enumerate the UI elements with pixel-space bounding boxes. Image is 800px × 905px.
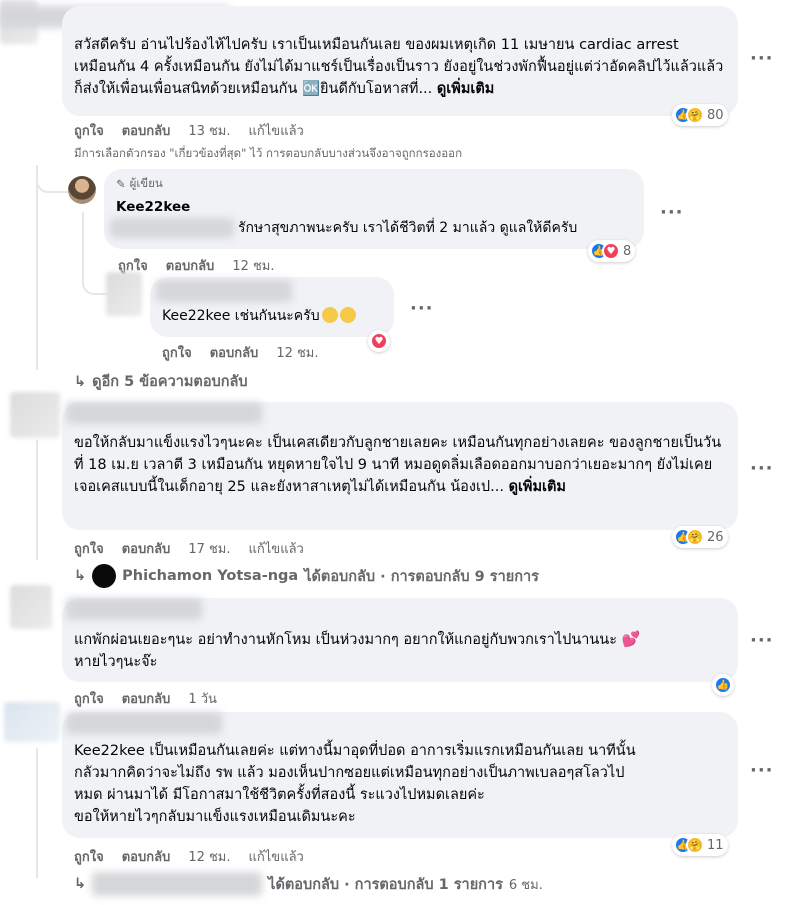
clap-emoji-icon (321, 307, 338, 323)
thread-line (36, 440, 38, 560)
more-options-icon[interactable]: ··· (660, 202, 684, 223)
reaction-count: 26 (707, 529, 724, 545)
reply-button[interactable]: ตอบกลับ (122, 688, 171, 709)
reaction-summary[interactable]: ♥ (368, 330, 390, 352)
comment-text-line: หายไวๆนะจ๊ะ (74, 654, 158, 670)
thread-line (36, 748, 38, 878)
care-reaction-icon: 🤗 (686, 528, 704, 546)
reply-button[interactable]: ตอบกลับ (166, 255, 215, 276)
reaction-summary[interactable]: 👍 (712, 674, 734, 696)
filter-note: มีการเลือกตัวกรอง "เกี่ยวข้องที่สุด" ไว้… (74, 146, 463, 160)
reaction-summary[interactable]: 👍 ♥ 8 (588, 240, 636, 262)
clap-emoji-icon (339, 307, 356, 323)
comment-text-line: กลัวมากคิดว่าจะไม่ถึง รพ แล้ว มองเห็นปาก… (74, 765, 625, 781)
replier-avatar[interactable] (106, 272, 142, 316)
comment-text-line: แกพักผ่อนเยอะๆนะ อย่าทำงานหักโหม เป็นห่ว… (74, 630, 641, 648)
like-reaction-icon: 👍 (714, 676, 732, 694)
thread-connector (82, 255, 108, 295)
like-button[interactable]: ถูกใจ (162, 342, 192, 363)
thread-connector (36, 165, 68, 193)
edited-label[interactable]: แก้ไขแล้ว (249, 846, 304, 867)
comment-text-line: หมด ผ่านมาได้ มีโอกาสมาใช้ชีวิตครั้งที่ส… (74, 787, 485, 803)
pencil-icon: ✎ (116, 177, 126, 191)
comment-bubble: สวัสดีครับ อ่านไปร้องไห้ไปครับ เราเป็นเห… (62, 6, 738, 116)
reaction-summary[interactable]: 👍 🤗 80 (672, 104, 728, 126)
see-more-link[interactable]: ดูเพิ่มเติม (509, 479, 566, 495)
timestamp[interactable]: 12 ชม. (232, 255, 274, 276)
care-reaction-icon: 🤗 (686, 106, 704, 124)
replier-name-redacted (92, 872, 263, 896)
timestamp[interactable]: 1 วัน (188, 688, 217, 709)
reply-button[interactable]: ตอบกลับ (122, 120, 171, 141)
comment-actions: ถูกใจ ตอบกลับ 17 ชม. แก้ไขแล้ว (74, 538, 304, 559)
reply-arrow-icon: ↳ (74, 876, 87, 892)
reply-actions: ถูกใจ ตอบกลับ 12 ชม. (162, 342, 319, 363)
author-badge: ✎ ผู้เขียน (116, 176, 163, 191)
replier-name-redacted (156, 280, 292, 302)
reply-button[interactable]: ตอบกลับ (210, 342, 259, 363)
reaction-count: 11 (707, 837, 724, 853)
edited-label[interactable]: แก้ไขแล้ว (249, 120, 304, 141)
comment-text-line: Kee22kee เป็นเหมือนกันเลยค่ะ แต่ทางนี้มา… (74, 743, 636, 759)
commenter-name-redacted (66, 712, 222, 734)
reaction-summary[interactable]: 👍 🤗 11 (672, 834, 728, 856)
timestamp[interactable]: 12 ชม. (188, 846, 230, 867)
more-options-icon[interactable]: ··· (750, 458, 774, 479)
love-reaction-icon: ♥ (602, 242, 620, 260)
replied-summary-link[interactable]: ↳ ได้ตอบกลับ · การตอบกลับ 1 รายการ 6 ชม. (74, 872, 543, 896)
care-reaction-icon: 🤗 (686, 836, 704, 854)
like-button[interactable]: ถูกใจ (74, 846, 104, 867)
reply-button[interactable]: ตอบกลับ (122, 846, 171, 867)
commenter-avatar[interactable] (10, 585, 52, 629)
timestamp[interactable]: 12 ชม. (276, 342, 318, 363)
commenter-name-redacted (66, 598, 202, 620)
comment-text-line: ขอให้หายไวๆกลับมาแข็งแรงเหมือนเดิมนะคะ (74, 809, 356, 825)
timestamp[interactable]: 13 ชม. (188, 120, 230, 141)
author-avatar[interactable] (68, 176, 96, 204)
see-more-link[interactable]: ดูเพิ่มเติม (437, 81, 494, 97)
commenter-avatar[interactable] (10, 392, 60, 438)
reaction-count: 8 (623, 243, 632, 259)
love-reaction-icon: ♥ (370, 332, 388, 350)
reply-actions: ถูกใจ ตอบกลับ 12 ชม. (118, 255, 275, 276)
thread-line (36, 165, 38, 370)
more-options-icon[interactable]: ··· (410, 298, 434, 319)
more-options-icon[interactable]: ··· (750, 760, 774, 781)
commenter-avatar[interactable] (4, 702, 60, 742)
mention-redacted (110, 218, 234, 238)
view-more-replies-link[interactable]: ↳ ดูอีก 5 ข้อความตอบกลับ (74, 370, 248, 393)
hearts-emoji-icon: 💕 (617, 630, 641, 648)
commenter-name-redacted (66, 402, 262, 424)
reply-arrow-icon: ↳ (74, 373, 87, 390)
like-button[interactable]: ถูกใจ (74, 120, 104, 141)
comment-actions: ถูกใจ ตอบกลับ 1 วัน (74, 688, 217, 709)
comment-text: สวัสดีครับ อ่านไปร้องไห้ไปครับ เราเป็นเห… (74, 37, 724, 97)
reaction-count: 80 (707, 107, 724, 123)
timestamp[interactable]: 17 ชม. (188, 538, 230, 559)
reaction-summary[interactable]: 👍 🤗 26 (672, 526, 728, 548)
replied-summary-link[interactable]: ↳ Phichamon Yotsa-nga ได้ตอบกลับ · การตอ… (74, 564, 539, 588)
reply-arrow-icon: ↳ (74, 568, 87, 584)
reply-author-name[interactable]: Kee22kee (116, 197, 632, 217)
reply-button[interactable]: ตอบกลับ (122, 538, 171, 559)
comment-actions: ถูกใจ ตอบกลับ 13 ชม. แก้ไขแล้ว (74, 120, 304, 141)
like-button[interactable]: ถูกใจ (74, 688, 104, 709)
more-options-icon[interactable]: ··· (750, 48, 774, 69)
more-options-icon[interactable]: ··· (750, 630, 774, 651)
replier-avatar (92, 564, 117, 588)
comment-actions: ถูกใจ ตอบกลับ 12 ชม. แก้ไขแล้ว (74, 846, 304, 867)
edited-label[interactable]: แก้ไขแล้ว (249, 538, 304, 559)
like-button[interactable]: ถูกใจ (74, 538, 104, 559)
reply-text: Kee22kee เช่นกันนะครับ (162, 305, 382, 327)
comment-text: ขอให้กลับมาแข็งแรงไวๆนะคะ เป็นเคสเดียวกั… (74, 435, 722, 495)
